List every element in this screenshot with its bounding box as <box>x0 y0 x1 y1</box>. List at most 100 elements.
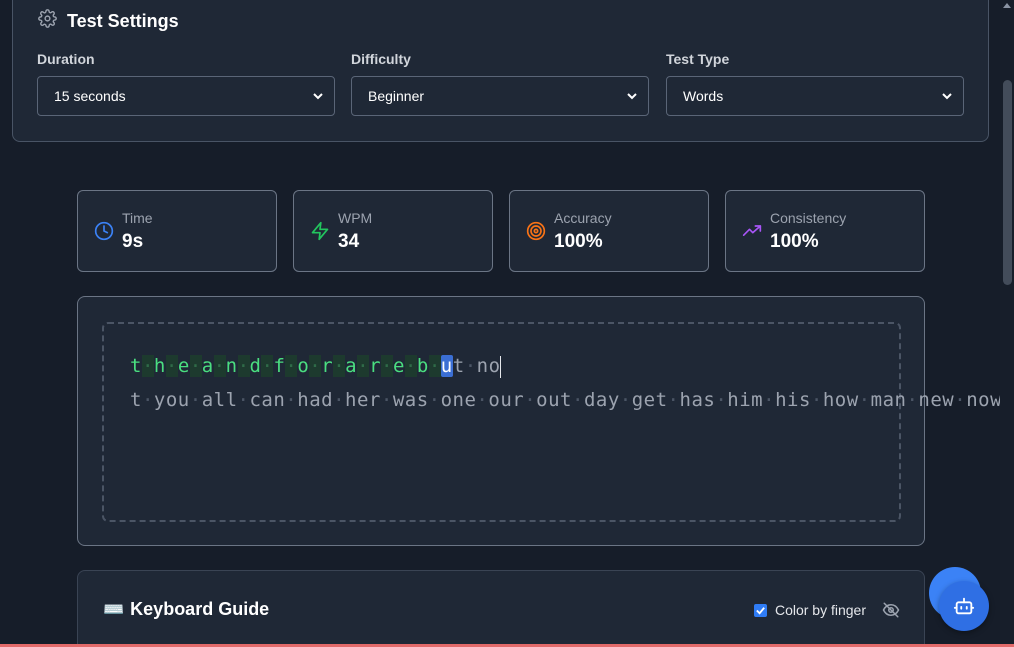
test-type-field: Test Type Words <box>666 51 964 116</box>
upcoming-word: man <box>870 388 907 411</box>
stat-accuracy: Accuracy 100% <box>509 190 709 272</box>
keyboard-guide-header: ⌨️ Keyboard Guide <box>103 599 269 620</box>
word-space: · <box>464 355 477 377</box>
typed-space: · <box>381 355 393 377</box>
stat-accuracy-value: 100% <box>554 231 603 252</box>
word-space: · <box>428 388 441 411</box>
chevron-down-icon <box>313 93 323 100</box>
word-space: · <box>667 388 680 411</box>
upcoming-word: our <box>488 388 525 411</box>
typed-space: · <box>165 355 178 377</box>
word-space: · <box>763 388 776 411</box>
test-type-select[interactable]: Words <box>666 76 964 116</box>
upcoming-word: day <box>583 388 620 411</box>
scroll-thumb[interactable] <box>1003 80 1012 285</box>
typed-space: · <box>213 355 226 377</box>
typing-input-area[interactable]: t·h·e·a·n·d·f·o·r·a·r·e·b·ut·not·you·all… <box>102 322 1014 522</box>
settings-title: Test Settings <box>67 10 179 31</box>
test-settings-panel: Test Settings Duration 15 seconds Diffic… <box>12 0 989 142</box>
word-space: · <box>810 388 823 411</box>
word-space: · <box>858 388 871 411</box>
stat-wpm-value: 34 <box>338 231 360 252</box>
color-by-finger-toggle[interactable]: Color by finger <box>753 601 900 619</box>
upcoming-word: get <box>631 388 668 411</box>
typed-char: e <box>177 355 190 377</box>
keyboard-icon: ⌨️ <box>103 599 125 619</box>
duration-select[interactable]: 15 seconds <box>37 76 335 116</box>
typing-card: t·h·e·a·n·d·f·o·r·a·r·e·b·ut·not·you·all… <box>77 296 1014 546</box>
typed-char: r <box>321 355 334 377</box>
typed-char: b <box>416 355 429 377</box>
typed-space: · <box>261 355 274 377</box>
word-space: · <box>619 388 632 411</box>
typed-char: f <box>273 355 286 377</box>
stat-accuracy-label: Accuracy <box>554 210 612 226</box>
typed-char: a <box>201 355 214 377</box>
typed-space: · <box>428 355 441 377</box>
typed-char: e <box>392 355 405 377</box>
keyboard-guide-title: Keyboard Guide <box>130 599 270 619</box>
chevron-down-icon <box>942 93 952 100</box>
current-char: u <box>440 355 453 377</box>
typed-char: a <box>345 355 358 377</box>
typed-char: o <box>297 355 310 377</box>
gear-icon <box>38 9 57 33</box>
stat-consistency: Consistency 100% <box>725 190 925 272</box>
word-space: · <box>380 388 393 411</box>
difficulty-value: Beginner <box>368 88 425 104</box>
typed-space: · <box>309 355 322 377</box>
word-space: · <box>524 388 537 411</box>
difficulty-label: Difficulty <box>351 51 411 67</box>
typed-space: · <box>404 355 417 377</box>
typing-text: t·h·e·a·n·d·f·o·r·a·r·e·b·ut·not·you·all… <box>130 350 1014 417</box>
difficulty-select[interactable]: Beginner <box>351 76 649 116</box>
word-space: · <box>189 388 202 411</box>
upcoming-word: her <box>345 388 381 411</box>
trending-up-icon <box>742 225 762 236</box>
typed-space: · <box>237 355 250 377</box>
upcoming-word: has <box>679 388 716 411</box>
settings-header: Test Settings <box>38 9 179 33</box>
upcoming-word: his <box>775 388 811 411</box>
target-icon <box>526 221 546 241</box>
upcoming-word: new <box>918 388 955 411</box>
clock-icon <box>94 221 114 241</box>
page-scrollbar[interactable] <box>1000 0 1014 647</box>
typed-space: · <box>357 355 370 377</box>
eye-off-icon[interactable] <box>882 601 900 619</box>
duration-label: Duration <box>37 51 95 67</box>
typed-space: · <box>333 355 346 377</box>
upcoming-char: t <box>452 355 465 377</box>
typed-char: t <box>130 355 142 377</box>
word-space: · <box>906 388 919 411</box>
keyboard-guide-card: ⌨️ Keyboard Guide Color by finger <box>77 570 925 647</box>
word-space: · <box>285 388 298 411</box>
assistant-button[interactable] <box>939 581 989 631</box>
typed-space: · <box>189 355 202 377</box>
upcoming-word: all <box>201 388 238 411</box>
word-space: · <box>715 388 728 411</box>
upcoming-word: can <box>249 388 286 411</box>
upcoming-word: one <box>440 388 477 411</box>
stat-wpm-label: WPM <box>338 210 373 226</box>
color-by-finger-label: Color by finger <box>774 602 866 618</box>
word-space: · <box>476 388 489 411</box>
stat-consistency-value: 100% <box>770 231 819 252</box>
stat-time: Time 9s <box>77 190 277 272</box>
typed-char: h <box>153 355 166 377</box>
stat-time-value: 9s <box>122 231 144 252</box>
word-space: · <box>333 388 346 411</box>
upcoming-word: had <box>297 388 334 411</box>
word-space: · <box>141 388 154 411</box>
word-space: · <box>237 388 250 411</box>
difficulty-field: Difficulty Beginner <box>351 51 649 116</box>
stat-time-label: Time <box>122 210 153 226</box>
upcoming-word: how <box>822 388 859 411</box>
scroll-up-arrow-icon[interactable] <box>1003 3 1011 8</box>
typed-char: r <box>369 355 382 377</box>
stat-consistency-label: Consistency <box>770 210 847 226</box>
typed-space: · <box>141 355 154 377</box>
color-by-finger-checkbox[interactable] <box>753 603 767 617</box>
upcoming-word: you <box>153 388 190 411</box>
stat-wpm: WPM 34 <box>293 190 493 272</box>
